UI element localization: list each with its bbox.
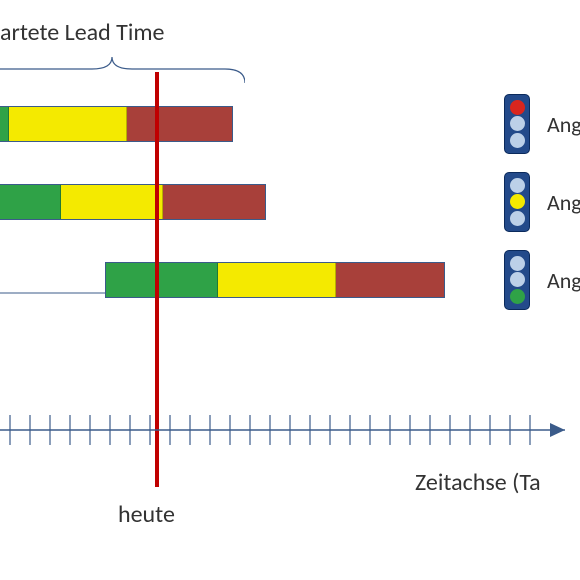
traffic-label: Ange [547,111,580,138]
lamp-green [510,211,525,226]
traffic-label: Ange [547,267,580,294]
segment-yellow [9,107,127,141]
lamp-green [510,133,525,148]
lead-time-brace [0,55,245,85]
segment-green [0,107,9,141]
segment-yellow [218,263,336,297]
segment-red [163,185,265,219]
lamp-green [510,289,525,304]
segment-green [0,185,61,219]
time-axis [0,405,580,455]
segment-green [106,263,218,297]
segment-red [336,263,444,297]
axis-label: Zeitachse (Ta [415,468,541,497]
lamp-yellow [510,194,525,209]
traffic-label: Ange [547,189,580,216]
lamp-red [510,100,525,115]
leader-line [0,292,110,293]
lamp-yellow [510,272,525,287]
lamp-red [510,256,525,271]
lead-time-title: artete Lead Time [0,18,164,47]
traffic-light-icon [504,172,530,232]
lamp-yellow [510,116,525,131]
traffic-light-icon [504,250,530,310]
traffic-light-icon [504,94,530,154]
lead-time-bar [0,184,266,220]
lamp-red [510,178,525,193]
segment-yellow [61,185,163,219]
lead-time-bar [0,106,233,142]
today-label: heute [118,500,175,529]
segment-red [127,107,232,141]
